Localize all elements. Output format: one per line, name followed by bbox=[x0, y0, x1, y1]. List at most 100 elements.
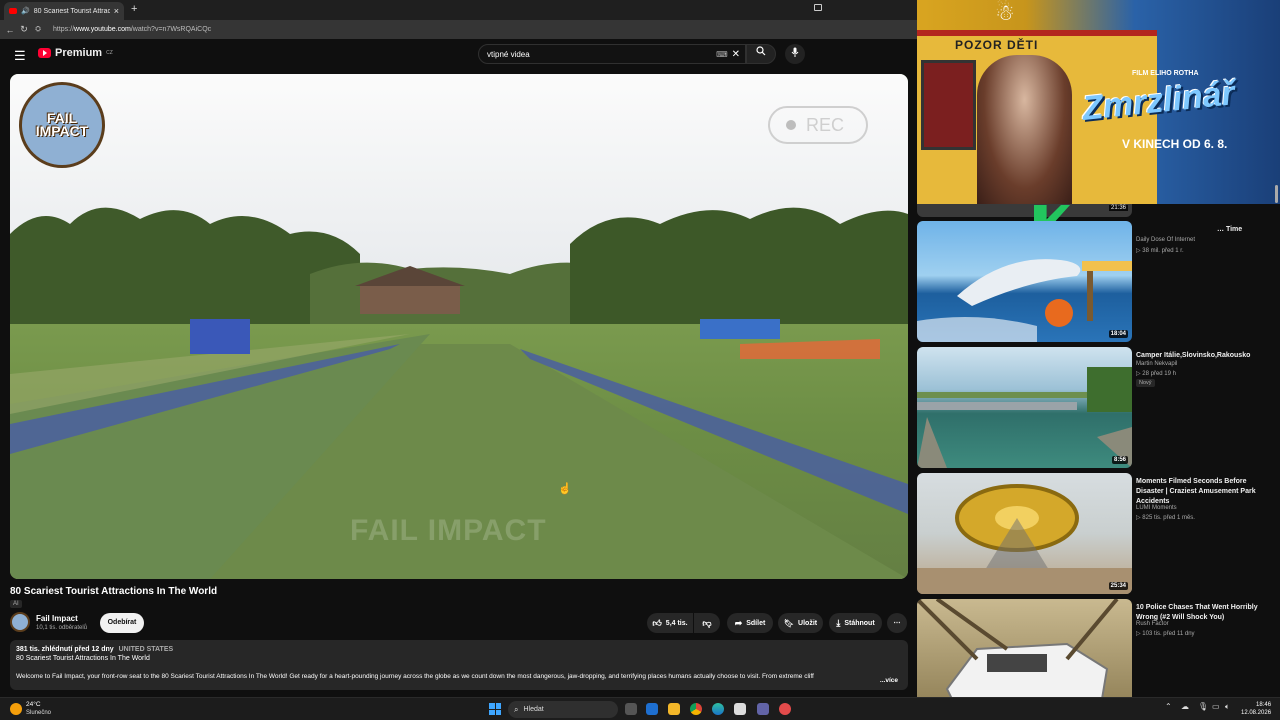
youtube-favicon-icon bbox=[9, 8, 17, 14]
reco-channel[interactable]: LUMI Moments bbox=[1136, 505, 1177, 511]
browser-tab[interactable]: 🔊 80 Scariest Tourist Attractions × bbox=[4, 2, 124, 20]
reco-item[interactable]: 25:34 Moments Filmed Seconds Before Disa… bbox=[917, 473, 1280, 595]
views-date: 381 tis. zhlédnutí před 12 dny bbox=[16, 646, 114, 653]
app-icon[interactable] bbox=[779, 703, 791, 715]
tray-chevron-icon[interactable]: ⌃ bbox=[1165, 702, 1172, 711]
reco-thumbnail[interactable] bbox=[917, 599, 1132, 697]
reco-channel[interactable]: Martin Nekvapil bbox=[1136, 361, 1177, 367]
youtube-page: ☰ Premium CZ vtipné videa ⌨ ✕ FAIL IMPAC… bbox=[0, 39, 917, 697]
reco-thumbnail[interactable]: 18:04 bbox=[917, 221, 1132, 342]
description-box[interactable]: 381 tis. zhlédnutí před 12 dny UNITED ST… bbox=[10, 640, 908, 690]
save-label: Uložit bbox=[798, 619, 818, 627]
site-info-icon[interactable]: ⛭ bbox=[31, 26, 45, 34]
tab-actions-icon[interactable] bbox=[814, 4, 822, 11]
dislike-icon: 👎︎ bbox=[702, 617, 712, 628]
weather-condition[interactable]: Slunečno bbox=[26, 710, 51, 716]
weather-sun-icon[interactable] bbox=[10, 703, 22, 715]
show-more-link[interactable]: ...více bbox=[875, 677, 898, 684]
more-actions-button[interactable]: ⋯ bbox=[887, 613, 907, 633]
microphone-icon bbox=[791, 47, 799, 57]
url-field[interactable]: https://www.youtube.com/watch?v=n7WsRQAi… bbox=[53, 26, 211, 33]
download-label: Stáhnout bbox=[844, 619, 875, 627]
like-count: 5,4 tis. bbox=[665, 619, 688, 627]
reco-item[interactable]: 10 Police Chases That Went Horribly Wron… bbox=[917, 599, 1280, 697]
search-button[interactable] bbox=[746, 44, 776, 64]
rec-overlay: REC bbox=[768, 106, 868, 144]
tab-close-icon[interactable]: × bbox=[114, 6, 119, 16]
audio-icon[interactable]: 🔊 bbox=[21, 7, 30, 15]
reco-title[interactable]: 10 Police Chases That Went Horribly Wron… bbox=[1136, 603, 1271, 623]
youtube-play-icon bbox=[38, 48, 51, 58]
network-icon[interactable]: ▭ bbox=[1212, 702, 1220, 711]
url-host: www.youtube.com bbox=[74, 26, 131, 33]
chrome-icon[interactable] bbox=[690, 703, 702, 715]
video-player[interactable]: FAIL IMPACT REC FAIL IMPACT ☝ bbox=[10, 74, 908, 579]
url-path: /watch?v=n7WsRQAiCQc bbox=[130, 26, 212, 33]
tab-title: 80 Scariest Tourist Attractions bbox=[33, 7, 110, 15]
clear-search-icon[interactable]: ✕ bbox=[732, 49, 740, 60]
channel-watermark-logo: FAIL IMPACT bbox=[19, 82, 105, 168]
reco-thumbnail[interactable]: 25:34 bbox=[917, 473, 1132, 594]
temperature[interactable]: 24°C bbox=[26, 701, 41, 708]
like-button[interactable]: 👍︎ 5,4 tis. bbox=[647, 613, 693, 633]
start-button[interactable] bbox=[489, 703, 501, 715]
menu-icon[interactable]: ☰ bbox=[14, 48, 26, 64]
channel-name[interactable]: Fail Impact bbox=[36, 614, 78, 623]
rec-dot-icon bbox=[786, 120, 796, 130]
save-button[interactable]: 🔖︎ Uložit bbox=[778, 613, 823, 633]
reload-icon[interactable]: ↻ bbox=[17, 24, 31, 35]
system-clock[interactable]: 18:46 12.08.2026 bbox=[1241, 701, 1272, 717]
reco-item[interactable]: 8:56 Camper Itálie,Slovinsko,Rakousko Ma… bbox=[917, 347, 1280, 469]
file-explorer-icon[interactable] bbox=[668, 703, 680, 715]
taskbar-search-icon: ⌕ bbox=[514, 704, 519, 714]
taskbar-search-label: Hledat bbox=[523, 706, 544, 713]
ad-banner[interactable]: POZOR DĚTI ☃ FILM ELIHO ROTHA Zmrzlinář … bbox=[917, 0, 1280, 204]
taskbar-search[interactable]: ⌕ Hledat bbox=[508, 701, 618, 718]
ad-release-date: V KINECH OD 6. 8. bbox=[1122, 137, 1228, 151]
reco-partial-thumb[interactable]: 21:36 bbox=[917, 204, 1132, 217]
share-icon: ➦ bbox=[734, 617, 743, 628]
like-icon: 👍︎ bbox=[652, 617, 662, 628]
keyboard-icon[interactable]: ⌨ bbox=[716, 50, 728, 59]
reco-stats: ▷ 103 tis. před 11 dny bbox=[1136, 631, 1195, 637]
mail-icon[interactable] bbox=[646, 703, 658, 715]
ad-film-label: FILM ELIHO ROTHA bbox=[1132, 70, 1199, 77]
volume-icon[interactable]: 🔈︎ bbox=[1225, 702, 1230, 712]
dislike-button[interactable]: 👎︎ bbox=[694, 613, 720, 633]
clock-time: 18:46 bbox=[1256, 702, 1272, 708]
share-button[interactable]: ➦ Sdílet bbox=[727, 613, 773, 633]
sidebar-scrollbar[interactable] bbox=[1275, 185, 1278, 203]
voice-search-button[interactable] bbox=[785, 44, 805, 64]
teams-icon[interactable] bbox=[757, 703, 769, 715]
store-icon[interactable] bbox=[734, 703, 746, 715]
channel-avatar[interactable] bbox=[10, 612, 30, 632]
edge-icon[interactable] bbox=[712, 703, 724, 715]
download-button[interactable]: ⤓ Stáhnout bbox=[829, 613, 882, 633]
back-icon[interactable]: ← bbox=[3, 25, 17, 35]
share-label: Sdílet bbox=[746, 619, 766, 627]
new-tab-button[interactable]: + bbox=[131, 3, 137, 15]
reco-thumbnail[interactable]: 8:56 bbox=[917, 347, 1132, 468]
youtube-logo[interactable]: Premium CZ bbox=[38, 47, 113, 59]
ad-truck-window bbox=[921, 60, 976, 150]
reco-channel[interactable]: Rush Factor bbox=[1136, 621, 1169, 627]
reco-duration: 18:04 bbox=[1108, 330, 1128, 338]
whale-thumbnail-art bbox=[917, 259, 1132, 342]
onedrive-icon[interactable]: ☁ bbox=[1181, 702, 1189, 711]
country-label: UNITED STATES bbox=[118, 646, 174, 653]
reco-title[interactable]: Camper Itálie,Slovinsko,Rakousko bbox=[1136, 351, 1271, 361]
logo-text: Premium bbox=[55, 47, 103, 59]
reco-partial-duration: 21:36 bbox=[1108, 205, 1128, 211]
reco-duration: 8:56 bbox=[1111, 456, 1128, 464]
reco-title[interactable]: Moments Filmed Seconds Before Disaster |… bbox=[1136, 477, 1271, 507]
reco-stats: ▷ 825 tis. před 1 měs. bbox=[1136, 515, 1195, 521]
search-input[interactable]: vtipné videa ⌨ ✕ bbox=[478, 44, 746, 64]
bookmark-icon: 🔖︎ bbox=[783, 618, 795, 628]
ad-pozor-text: POZOR DĚTI bbox=[955, 38, 1039, 52]
url-prefix: https:// bbox=[53, 26, 75, 33]
subscribe-button[interactable]: Odebírat bbox=[100, 613, 144, 633]
task-view-icon[interactable] bbox=[625, 703, 637, 715]
reco-item[interactable]: 18:04 bbox=[917, 221, 1280, 343]
mic-tray-icon[interactable]: 🎙︎ bbox=[1198, 702, 1208, 711]
browser-tab-bar: 🔊 80 Scariest Tourist Attractions × + bbox=[0, 0, 917, 20]
